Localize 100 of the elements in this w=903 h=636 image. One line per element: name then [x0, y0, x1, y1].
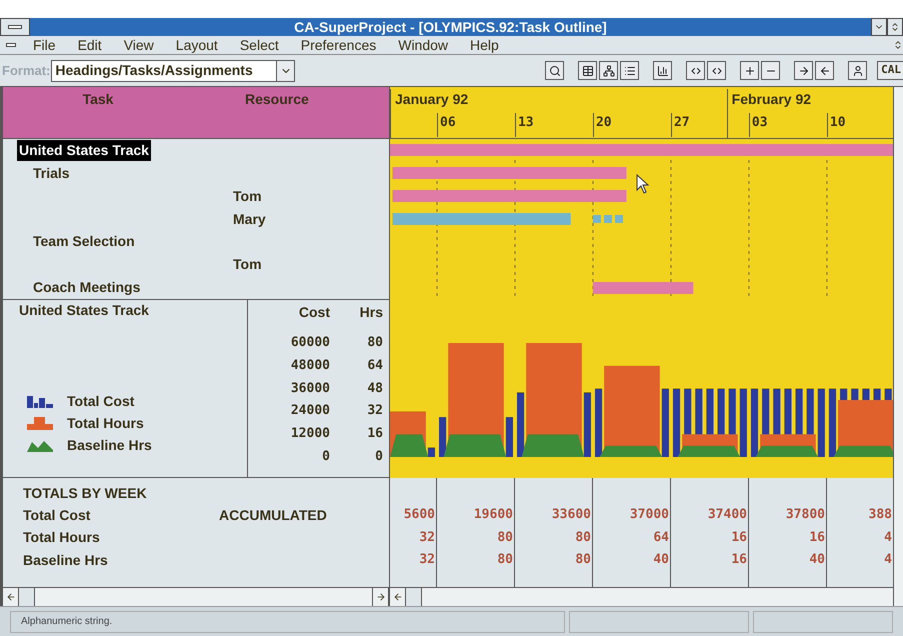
plus-button[interactable]: [740, 61, 760, 80]
right-arrow-icon: [798, 64, 810, 76]
menu-item[interactable]: Select: [228, 38, 290, 52]
person-button[interactable]: [848, 61, 868, 80]
menu-item[interactable]: Help: [459, 38, 510, 52]
table-icon: [582, 64, 594, 76]
baseline-area: [522, 434, 584, 457]
total-value: 80: [496, 528, 514, 546]
baseline-area: [756, 446, 818, 457]
menu-item[interactable]: View: [112, 38, 165, 52]
axis-title: Cost: [298, 303, 330, 322]
menu-item[interactable]: File: [22, 38, 67, 52]
collapse-button[interactable]: [707, 61, 726, 80]
up-down-arrow-icon[interactable]: [893, 40, 903, 50]
left-arrow-icon: [6, 592, 16, 602]
cost-axis-label: 36000: [290, 380, 330, 398]
left-arrow-icon: [818, 64, 831, 76]
total-value: 80: [574, 551, 592, 569]
total-value: 388: [868, 506, 893, 524]
format-dropdown[interactable]: Headings/Tasks/Assignments: [51, 60, 296, 82]
total-value: 37800: [784, 506, 826, 524]
resource-name[interactable]: Tom: [231, 254, 264, 276]
baseline-area: [834, 446, 893, 457]
week-label: 20: [592, 113, 612, 137]
menu-item[interactable]: Preferences: [290, 38, 388, 52]
task-name[interactable]: United States Track: [17, 140, 151, 161]
legend-label: Total Hours: [67, 414, 144, 432]
histogram-button[interactable]: [653, 61, 672, 80]
accumulated-label: ACCUMULATED: [219, 506, 327, 525]
week-label: 06: [437, 113, 456, 137]
total-value: 16: [730, 551, 748, 569]
cost-axis-label: 0: [322, 448, 330, 466]
cost-axis-label: 60000: [290, 334, 330, 352]
axis-title: Hrs: [360, 303, 383, 322]
right-arrow-button[interactable]: [794, 61, 814, 80]
hours-axis-label: 16: [367, 425, 383, 444]
resource-name[interactable]: Tom: [231, 186, 264, 207]
baseline-area: [444, 434, 506, 457]
hours-axis-label: 80: [367, 334, 383, 352]
column-header[interactable]: Resource: [193, 89, 309, 138]
system-menu-icon[interactable]: [0, 18, 30, 36]
total-value: 5600: [402, 506, 436, 524]
cost-axis-label: 48000: [290, 356, 330, 375]
format-label: Format:: [1, 62, 50, 80]
network-view-button[interactable]: [599, 61, 618, 80]
legend-label: Baseline Hrs: [67, 436, 152, 454]
calc-button[interactable]: CAL: [877, 61, 903, 80]
week-label: 10: [826, 113, 846, 137]
status-message: Alphanumeric string.: [10, 610, 565, 632]
week-label: 13: [514, 113, 534, 137]
menu-item[interactable]: Window: [387, 38, 460, 52]
baseline-area: [390, 434, 428, 457]
table-view-button[interactable]: [578, 61, 598, 80]
scrollbar[interactable]: [390, 588, 893, 606]
total-value: 33600: [550, 506, 592, 524]
bar-chart-icon: [27, 416, 53, 430]
expand-button[interactable]: [686, 61, 706, 80]
histogram-title: United States Track: [19, 301, 150, 320]
minus-button[interactable]: [761, 61, 780, 80]
total-value: 32: [418, 551, 436, 569]
menu-item[interactable]: Layout: [164, 38, 229, 52]
scroll-thumb[interactable]: [406, 588, 422, 606]
totals-title: TOTALS BY WEEK: [23, 484, 148, 503]
week-label: 03: [748, 113, 768, 137]
vertical-scrollbar[interactable]: [893, 87, 903, 606]
total-value: 40: [808, 551, 826, 569]
total-value: 80: [496, 551, 514, 569]
search-button[interactable]: [545, 61, 564, 80]
total-value: 64: [652, 528, 670, 546]
menu-item[interactable]: Edit: [66, 38, 113, 52]
total-value: 37400: [706, 506, 748, 524]
minimize-button[interactable]: [871, 18, 887, 36]
baseline-area: [600, 446, 662, 457]
cost-axis-label: 12000: [290, 425, 330, 444]
hours-axis-label: 48: [367, 380, 383, 398]
scrollbar[interactable]: [3, 588, 390, 606]
bar-chart-icon: [27, 394, 53, 408]
legend-label: Total Cost: [67, 392, 134, 410]
column-header[interactable]: Task: [3, 89, 193, 138]
restore-button[interactable]: [887, 18, 903, 36]
total-value: 40: [652, 551, 670, 569]
task-name[interactable]: Team Selection: [31, 231, 137, 252]
total-value: 19600: [472, 506, 514, 524]
resource-name[interactable]: Mary: [231, 208, 268, 230]
total-value: 16: [730, 528, 748, 546]
left-arrow-icon: [392, 592, 402, 602]
hours-axis-label: 0: [375, 448, 383, 466]
cost-axis-label: 24000: [290, 402, 330, 420]
task-name[interactable]: Coach Meetings: [31, 277, 142, 298]
total-value: 16: [808, 528, 826, 546]
network-icon: [602, 64, 615, 76]
left-arrow-button[interactable]: [815, 61, 834, 80]
baseline-area: [678, 446, 740, 457]
total-value: 37000: [628, 506, 670, 524]
row-label: Total Hours: [23, 528, 101, 548]
plus-icon: [744, 64, 756, 76]
task-name[interactable]: Trials: [31, 162, 72, 184]
scroll-thumb[interactable]: [19, 588, 35, 606]
list-view-button[interactable]: [620, 61, 640, 80]
person-icon: [852, 64, 864, 76]
